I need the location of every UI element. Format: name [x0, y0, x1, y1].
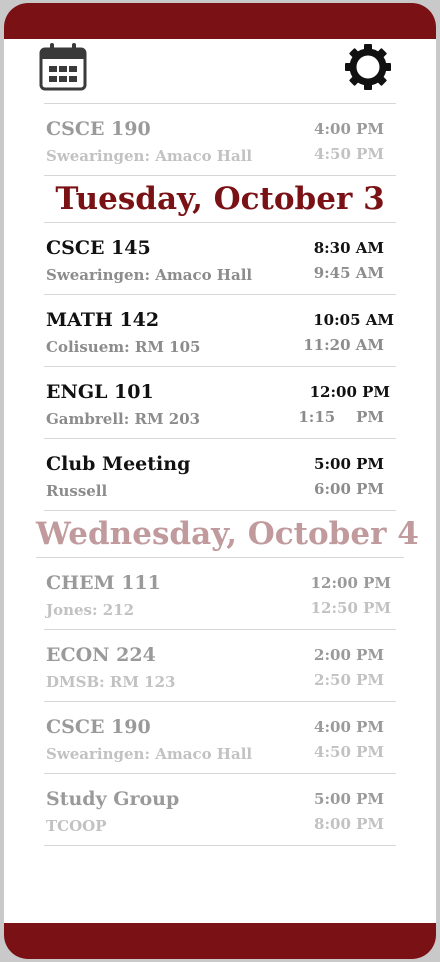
- schedule-item[interactable]: CHEM 111 Jones: 212 12:00 PM 12:50 PM: [44, 558, 396, 630]
- end-time: 2:50 PM: [314, 671, 384, 689]
- class-name: MATH 142: [46, 309, 160, 331]
- schedule-item[interactable]: CSCE 145 Swearingen: Amaco Hall 8:30 AM …: [44, 223, 396, 295]
- class-location: TCOOP: [46, 817, 107, 835]
- class-name: CSCE 145: [46, 237, 151, 259]
- start-time: 8:30 AM: [313, 239, 384, 257]
- class-location: DMSB: RM 123: [46, 673, 176, 691]
- start-time: 2:00 PM: [314, 646, 384, 664]
- day-heading: Tuesday, October 3: [44, 176, 396, 223]
- end-time: 4:50 PM: [314, 145, 384, 163]
- class-location: Jones: 212: [46, 601, 135, 619]
- end-time: 12:50 PM: [310, 599, 391, 617]
- class-name: CHEM 111: [46, 572, 161, 594]
- start-time: 10:05 AM: [313, 311, 394, 329]
- phone-screen: CSCE 190 Swearingen: Amaco Hall 4:00 PM …: [4, 3, 436, 959]
- start-time: 12:00 PM: [309, 383, 390, 401]
- class-name: CSCE 190: [46, 118, 151, 140]
- top-bar: [4, 3, 436, 39]
- class-name: Study Group: [46, 788, 180, 810]
- schedule-list: CSCE 190 Swearingen: Amaco Hall 4:00 PM …: [36, 103, 419, 846]
- schedule-item[interactable]: CSCE 190 Swearingen: Amaco Hall 4:00 PM …: [44, 104, 396, 176]
- class-name: ENGL 101: [46, 381, 154, 403]
- class-location: Swearingen: Amaco Hall: [46, 745, 253, 763]
- schedule-item[interactable]: ENGL 101 Gambrell: RM 203 12:00 PM 1:15 …: [44, 367, 396, 439]
- end-time: 6:00 PM: [314, 480, 384, 498]
- class-name: Club Meeting: [46, 453, 191, 475]
- end-time: 9:45 AM: [313, 264, 384, 282]
- schedule-item[interactable]: MATH 142 Colisuem: RM 105 10:05 AM 11:20…: [44, 295, 396, 367]
- day-heading: Wednesday, October 4: [36, 511, 419, 558]
- class-location: Colisuem: RM 105: [46, 338, 201, 356]
- class-location: Swearingen: Amaco Hall: [46, 266, 253, 284]
- schedule-item[interactable]: ECON 224 DMSB: RM 123 2:00 PM 2:50 PM: [44, 630, 396, 702]
- calendar-icon[interactable]: [39, 43, 87, 91]
- start-time: 5:00 PM: [314, 790, 384, 808]
- class-location: Russell: [46, 482, 108, 500]
- class-name: ECON 224: [46, 644, 156, 666]
- start-time: 12:00 PM: [310, 574, 391, 592]
- gear-icon[interactable]: [344, 43, 392, 91]
- class-name: CSCE 190: [46, 716, 151, 738]
- end-time: 4:50 PM: [314, 743, 384, 761]
- schedule-item[interactable]: CSCE 190 Swearingen: Amaco Hall 4:00 PM …: [44, 702, 396, 774]
- bottom-bar: [4, 923, 436, 959]
- schedule-item[interactable]: Club Meeting Russell 5:00 PM 6:00 PM: [44, 439, 396, 511]
- end-time: 11:20 AM: [303, 336, 384, 354]
- class-location: Gambrell: RM 203: [46, 410, 201, 428]
- class-location: Swearingen: Amaco Hall: [46, 147, 253, 165]
- end-time: 1:15 PM: [298, 408, 384, 426]
- start-time: 4:00 PM: [314, 120, 384, 138]
- end-time: 8:00 PM: [314, 815, 384, 833]
- schedule-item[interactable]: Study Group TCOOP 5:00 PM 8:00 PM: [44, 774, 396, 846]
- start-time: 5:00 PM: [314, 455, 384, 473]
- start-time: 4:00 PM: [314, 718, 384, 736]
